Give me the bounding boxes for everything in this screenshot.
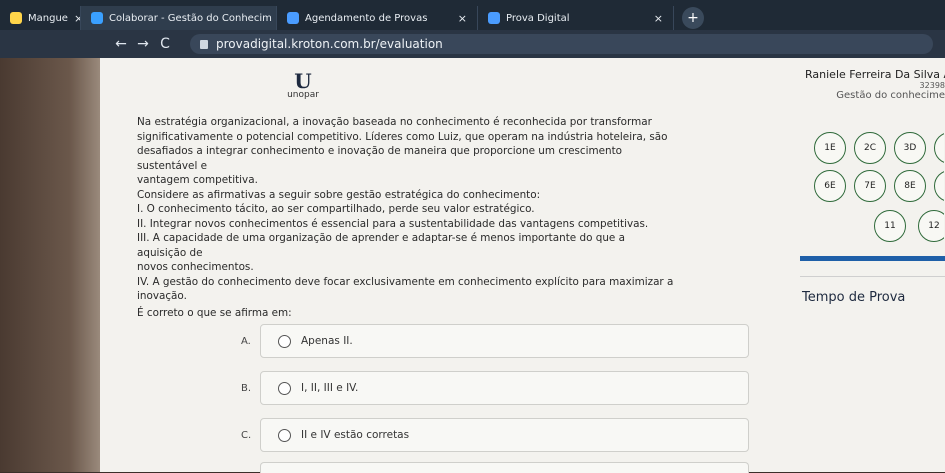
question-text: Na estratégia organizacional, a inovação… — [137, 115, 677, 320]
progress-bar — [800, 256, 945, 261]
radio-circle-icon[interactable] — [278, 381, 291, 395]
option-letter: C. — [241, 429, 252, 441]
exam-page: U unopar Raniele Ferreira Da Silva Alme … — [100, 58, 945, 473]
question-nav-button[interactable]: 6E — [814, 170, 846, 202]
url-field[interactable]: provadigital.kroton.com.br/evaluation — [190, 34, 933, 54]
browser-tab[interactable]: Mangue × — [0, 6, 81, 30]
tab-title: Agendamento de Provas — [305, 12, 428, 24]
answer-option-c[interactable]: C. II e IV estão corretas — [241, 418, 749, 452]
question-nav-button[interactable]: 8E — [894, 170, 926, 202]
radio-circle-icon[interactable] — [278, 428, 291, 442]
tab-title: Colaborar - Gestão do Conhecim — [109, 12, 272, 24]
address-bar: ← → C provadigital.kroton.com.br/evaluat… — [0, 30, 945, 58]
browser-tab-active[interactable]: Colaborar - Gestão do Conhecim × — [81, 6, 277, 30]
user-info: Raniele Ferreira Da Silva Alme 32398 Ges… — [805, 68, 945, 101]
question-nav-button[interactable] — [934, 170, 944, 202]
back-arrow-icon[interactable]: ← — [110, 36, 132, 52]
question-nav-button[interactable]: 7E — [854, 170, 886, 202]
exam-timer-label: Tempo de Prova — [802, 290, 906, 305]
answer-option-b[interactable]: B. I, II, III e IV. — [241, 371, 749, 405]
option-letter: A. — [241, 335, 251, 347]
statement-3: III. A capacidade de uma organização de … — [137, 232, 625, 259]
browser-tab[interactable]: Agendamento de Provas × — [277, 6, 478, 30]
screen-bezel — [0, 58, 100, 472]
question-nav-button[interactable]: 12 — [918, 210, 944, 242]
question-line: Considere as afirmativas a seguir sobre … — [137, 188, 541, 201]
statement-4: IV. A gestão do conhecimento deve focar … — [137, 275, 674, 288]
option-text: I, II, III e IV. — [301, 382, 359, 394]
new-tab-button[interactable]: + — [682, 7, 704, 29]
statement-2: II. Integrar novos conhecimentos é essen… — [137, 217, 649, 230]
forward-arrow-icon[interactable]: → — [132, 36, 154, 52]
divider — [800, 276, 945, 277]
question-nav-button[interactable]: 11 — [874, 210, 906, 242]
answer-option-d[interactable] — [260, 462, 749, 473]
unopar-logo: U unopar — [278, 69, 328, 100]
question-prompt: É correto o que se afirma em: — [137, 306, 292, 319]
radio-circle-icon[interactable] — [278, 334, 291, 348]
logo-text: unopar — [287, 90, 319, 100]
tab-favicon-icon — [91, 12, 103, 24]
lock-icon — [200, 39, 208, 49]
tab-title: Mangue — [28, 12, 68, 24]
close-icon[interactable]: × — [458, 12, 467, 25]
close-icon[interactable]: × — [654, 12, 663, 25]
question-line: Na estratégia organizacional, a inovação… — [137, 116, 652, 128]
question-line: significativamente o potencial competiti… — [137, 130, 668, 143]
url-text: provadigital.kroton.com.br/evaluation — [216, 37, 443, 51]
tab-favicon-icon — [488, 12, 500, 24]
statement-1: I. O conhecimento tácito, ao ser compart… — [137, 203, 535, 215]
reload-icon[interactable]: C — [154, 36, 176, 52]
user-code: 32398 — [919, 81, 945, 90]
statement-4-cont: inovação. — [137, 290, 187, 302]
logo-mark: U — [294, 69, 312, 93]
answer-option-a[interactable]: A. Apenas II. — [241, 324, 749, 358]
question-nav-button[interactable]: 2C — [854, 132, 886, 164]
browser-tab[interactable]: Prova Digital × — [478, 6, 674, 30]
question-nav-button[interactable] — [934, 132, 944, 164]
option-text: II e IV estão corretas — [301, 429, 410, 441]
course-name: Gestão do conhecime — [836, 90, 945, 101]
statement-3-cont: novos conhecimentos. — [137, 261, 254, 273]
user-name: Raniele Ferreira Da Silva Alme — [805, 68, 945, 81]
question-nav-button[interactable]: 1E — [814, 132, 846, 164]
question-line: desafiados a integrar conhecimento e ino… — [137, 145, 623, 172]
option-text: Apenas II. — [301, 335, 353, 347]
question-line: vantagem competitiva. — [137, 174, 258, 186]
close-icon[interactable]: × — [74, 12, 80, 25]
option-letter: B. — [241, 382, 252, 394]
tab-favicon-icon — [10, 12, 22, 24]
browser-tab-bar: Mangue × Colaborar - Gestão do Conhecim … — [0, 0, 945, 30]
question-navigator: 1E 2C 3D 6E 7E 8E 11 12 — [814, 132, 944, 262]
question-nav-button[interactable]: 3D — [894, 132, 926, 164]
tab-title: Prova Digital — [506, 12, 570, 24]
tab-favicon-icon — [287, 12, 299, 24]
